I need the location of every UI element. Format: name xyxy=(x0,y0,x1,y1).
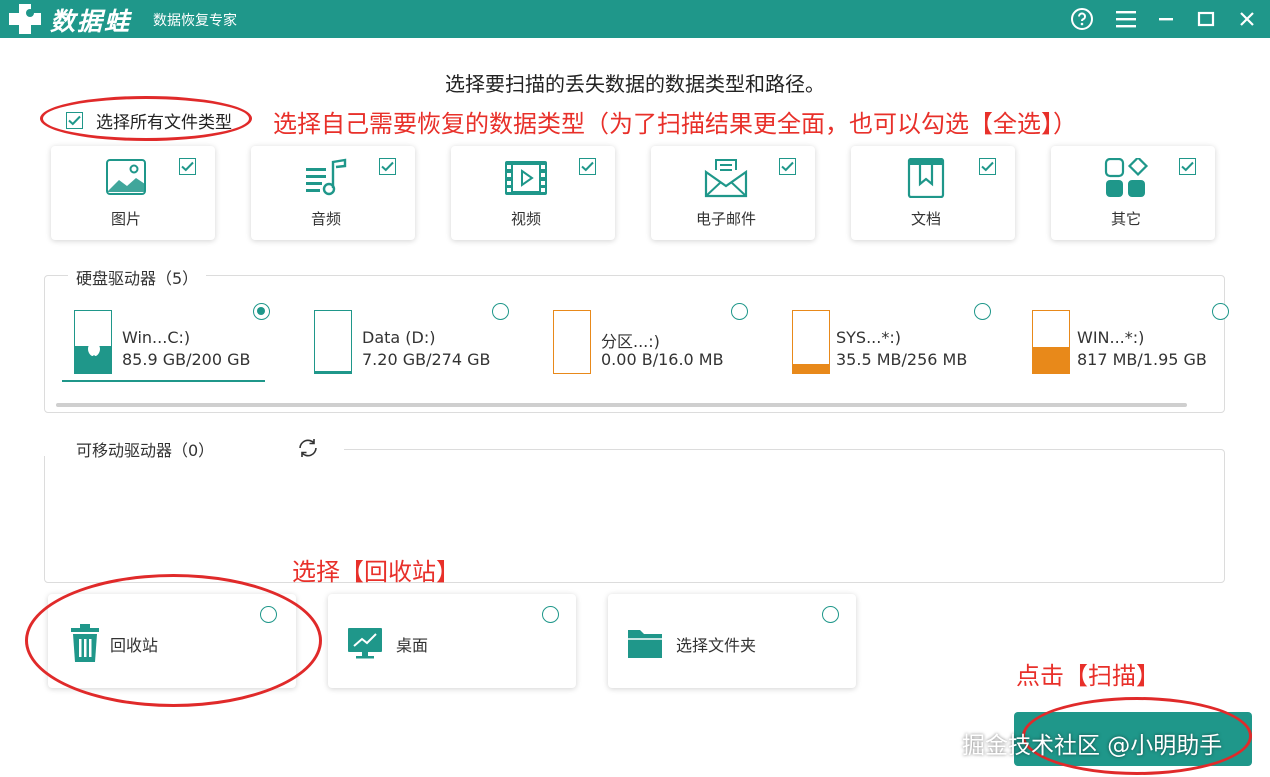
annotation-click-scan: 点击【扫描】 xyxy=(1016,662,1160,690)
minimize-icon xyxy=(1159,18,1173,21)
checkbox-checked-icon[interactable] xyxy=(179,158,196,175)
refresh-icon xyxy=(299,439,317,457)
location-label: 回收站 xyxy=(110,636,159,655)
drives-horizontal-scrollbar[interactable] xyxy=(56,403,1187,407)
drive-radio-selected[interactable] xyxy=(253,303,270,320)
maximize-icon xyxy=(1197,11,1215,27)
location-card-folder[interactable]: 选择文件夹 xyxy=(608,594,856,688)
checkbox-checked-icon[interactable] xyxy=(779,158,796,175)
location-card-desktop[interactable]: 桌面 xyxy=(328,594,576,688)
other-icon xyxy=(1104,158,1149,197)
drive-usage-fill xyxy=(793,364,829,373)
checkbox-checked-icon[interactable] xyxy=(1179,158,1196,175)
scan-prompt: 选择要扫描的丢失数据的数据类型和路径。 xyxy=(445,72,825,96)
type-card-label: 其它 xyxy=(1110,210,1141,228)
video-icon xyxy=(505,161,547,195)
email-icon xyxy=(704,159,748,198)
type-card-image[interactable]: 图片 xyxy=(51,146,215,240)
image-icon xyxy=(106,159,146,195)
document-icon xyxy=(907,158,945,198)
title-bar: 数据蛙 数据恢复专家 xyxy=(0,0,1270,38)
logo-cross-icon xyxy=(9,4,41,34)
drive-radio[interactable] xyxy=(974,303,991,320)
desktop-icon xyxy=(348,628,382,659)
drive-selected-underline xyxy=(62,380,265,382)
watermark: 掘金技术社区 @小明助手 xyxy=(962,733,1223,759)
music-icon xyxy=(306,158,347,196)
drive-size: 85.9 GB/200 GB xyxy=(122,350,251,369)
drive-size: 35.5 MB/256 MB xyxy=(836,350,968,369)
drive-item[interactable]: Data (D:) 7.20 GB/274 GB xyxy=(314,304,544,382)
trash-icon xyxy=(71,624,99,662)
checkbox-checked-icon[interactable] xyxy=(579,158,596,175)
type-card-label: 电子邮件 xyxy=(695,210,756,228)
location-card-recycle-bin[interactable]: 回收站 xyxy=(48,594,296,688)
type-card-label: 图片 xyxy=(110,210,141,228)
drive-name: SYS...*:) xyxy=(836,328,901,347)
type-card-label: 视频 xyxy=(510,210,541,228)
type-card-video[interactable]: 视频 xyxy=(451,146,615,240)
drive-item[interactable]: 分区...:) 0.00 B/16.0 MB xyxy=(553,304,783,382)
type-card-label: 音频 xyxy=(310,210,341,228)
os-logo-icon xyxy=(88,341,100,356)
checkbox-checked-icon[interactable] xyxy=(979,158,996,175)
drive-name: Data (D:) xyxy=(362,328,436,347)
type-card-audio[interactable]: 音频 xyxy=(251,146,415,240)
drive-usage-bar xyxy=(553,310,591,374)
annotation-select-recycle: 选择【回收站】 xyxy=(292,558,460,586)
refresh-button[interactable] xyxy=(296,436,320,460)
location-radio[interactable] xyxy=(542,606,559,623)
hard-drives-title: 硬盘驱动器（5） xyxy=(68,265,207,289)
logo-text: 数据蛙 xyxy=(50,7,132,36)
removable-drives-group xyxy=(44,449,1225,583)
maximize-button[interactable] xyxy=(1192,5,1220,33)
drive-usage-fill xyxy=(1033,346,1069,373)
minimize-button[interactable] xyxy=(1152,5,1180,33)
close-icon xyxy=(1240,12,1254,26)
folder-icon xyxy=(628,630,662,658)
drive-name: WIN...*:) xyxy=(1077,328,1145,347)
drive-name: Win...C:) xyxy=(122,328,191,347)
app-subtitle: 数据恢复专家 xyxy=(153,13,237,29)
drive-usage-bar xyxy=(1032,310,1070,374)
hamburger-icon xyxy=(1116,11,1136,28)
checkbox-checked-icon xyxy=(66,112,83,129)
type-card-email[interactable]: 电子邮件 xyxy=(651,146,815,240)
drive-usage-bar xyxy=(792,310,830,374)
drive-radio[interactable] xyxy=(492,303,509,320)
drive-size: 7.20 GB/274 GB xyxy=(362,350,491,369)
drive-item[interactable]: Win...C:) 85.9 GB/200 GB xyxy=(74,304,304,382)
close-button[interactable] xyxy=(1233,5,1261,33)
location-label: 选择文件夹 xyxy=(676,636,757,655)
type-card-label: 文档 xyxy=(910,210,941,228)
location-radio[interactable] xyxy=(822,606,839,623)
drive-radio[interactable] xyxy=(1212,303,1229,320)
help-icon xyxy=(1071,8,1093,30)
type-card-document[interactable]: 文档 xyxy=(851,146,1015,240)
drive-usage-bar xyxy=(74,310,112,374)
removable-drives-title: 可移动驱动器（0） xyxy=(68,437,215,461)
help-button[interactable] xyxy=(1068,5,1096,33)
location-radio[interactable] xyxy=(260,606,277,623)
drive-usage-fill xyxy=(315,371,351,373)
drive-size: 0.00 B/16.0 MB xyxy=(601,350,724,369)
select-all-label: 选择所有文件类型 xyxy=(96,113,232,133)
checkbox-checked-icon[interactable] xyxy=(379,158,396,175)
drive-size: 817 MB/1.95 GB xyxy=(1077,350,1207,369)
menu-button[interactable] xyxy=(1112,5,1140,33)
drive-radio[interactable] xyxy=(731,303,748,320)
drive-name: 分区...:) xyxy=(601,332,660,351)
type-card-other[interactable]: 其它 xyxy=(1051,146,1215,240)
drive-usage-bar xyxy=(314,310,352,374)
select-all-checkbox[interactable]: 选择所有文件类型 xyxy=(66,108,232,133)
location-label: 桌面 xyxy=(396,636,429,655)
annotation-select-types: 选择自己需要恢复的数据类型（为了扫描结果更全面，也可以勾选【全选】） xyxy=(273,110,1077,138)
